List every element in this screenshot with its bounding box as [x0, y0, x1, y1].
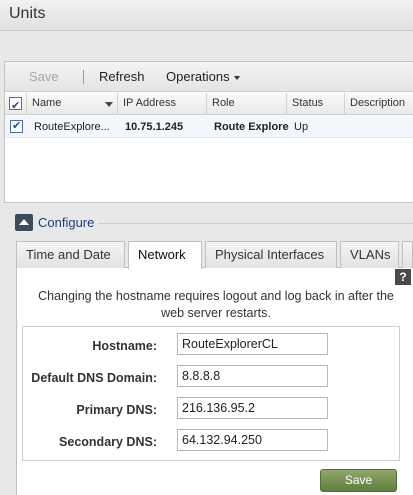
configure-tabs: Time and Date Network Physical Interface…: [16, 241, 413, 269]
sort-down-icon[interactable]: [105, 102, 113, 107]
toolbar-separator: [83, 70, 84, 84]
configure-section-label[interactable]: Configure: [38, 215, 94, 230]
units-page: Units Save Refresh Operations Name IP Ad…: [0, 0, 413, 495]
column-header-role[interactable]: Role: [207, 93, 287, 115]
table-row[interactable]: RouteExplore... 10.75.1.245 Route Explor…: [5, 116, 413, 138]
tab-physical-interfaces[interactable]: Physical Interfaces: [205, 241, 337, 268]
page-title: Units: [9, 5, 46, 22]
operations-label: Operations: [166, 69, 230, 84]
row-checkbox[interactable]: [10, 119, 23, 133]
column-header-ip[interactable]: IP Address: [118, 93, 207, 115]
title-bar: Units: [0, 0, 413, 31]
row-ip-cell: 10.75.1.245: [125, 121, 184, 133]
row-name-cell: RouteExplore...: [34, 121, 110, 133]
save-button[interactable]: Save: [320, 469, 397, 492]
row-description-cell: [347, 116, 413, 138]
select-all-checkbox[interactable]: [9, 96, 22, 117]
primary-dns-input[interactable]: [177, 397, 328, 419]
hostname-input[interactable]: [177, 333, 328, 355]
column-name-label: Name: [32, 97, 62, 109]
tab-overflow[interactable]: [402, 241, 413, 268]
secondary-dns-input[interactable]: [177, 429, 328, 451]
column-header-status[interactable]: Status: [287, 93, 345, 115]
dns-domain-label: Default DNS Domain:: [31, 371, 157, 385]
grid-header: Name IP Address Role Status Description: [5, 93, 413, 117]
units-grid-panel: Save Refresh Operations Name IP Address …: [4, 61, 413, 203]
toolbar: Save Refresh Operations: [5, 62, 413, 92]
toolbar-save-button[interactable]: Save: [29, 69, 59, 84]
caret-down-icon: [233, 75, 240, 80]
question-icon[interactable]: ?: [395, 269, 411, 285]
dns-domain-input[interactable]: [177, 365, 328, 387]
hostname-notice: Changing the hostname requires logout an…: [38, 289, 394, 320]
operations-menu-button[interactable]: Operations: [166, 69, 240, 84]
column-header-name[interactable]: Name: [27, 93, 118, 115]
section-divider: [98, 223, 413, 224]
refresh-button[interactable]: Refresh: [99, 69, 145, 84]
row-status-cell: Up: [294, 121, 309, 133]
hostname-label: Hostname:: [92, 339, 157, 353]
tab-network[interactable]: Network: [128, 241, 202, 269]
triangle-up-icon[interactable]: [15, 214, 33, 231]
network-settings-form: Hostname: Default DNS Domain: Primary DN…: [22, 326, 400, 461]
column-header-description[interactable]: Description: [345, 93, 413, 115]
primary-dns-label: Primary DNS:: [76, 403, 157, 417]
header-select-all-cell: [5, 93, 27, 117]
secondary-dns-label: Secondary DNS:: [59, 435, 157, 449]
tab-time-and-date[interactable]: Time and Date: [16, 241, 125, 268]
tab-vlans[interactable]: VLANs: [340, 241, 399, 268]
row-role-cell: Route Explore: [214, 121, 289, 133]
